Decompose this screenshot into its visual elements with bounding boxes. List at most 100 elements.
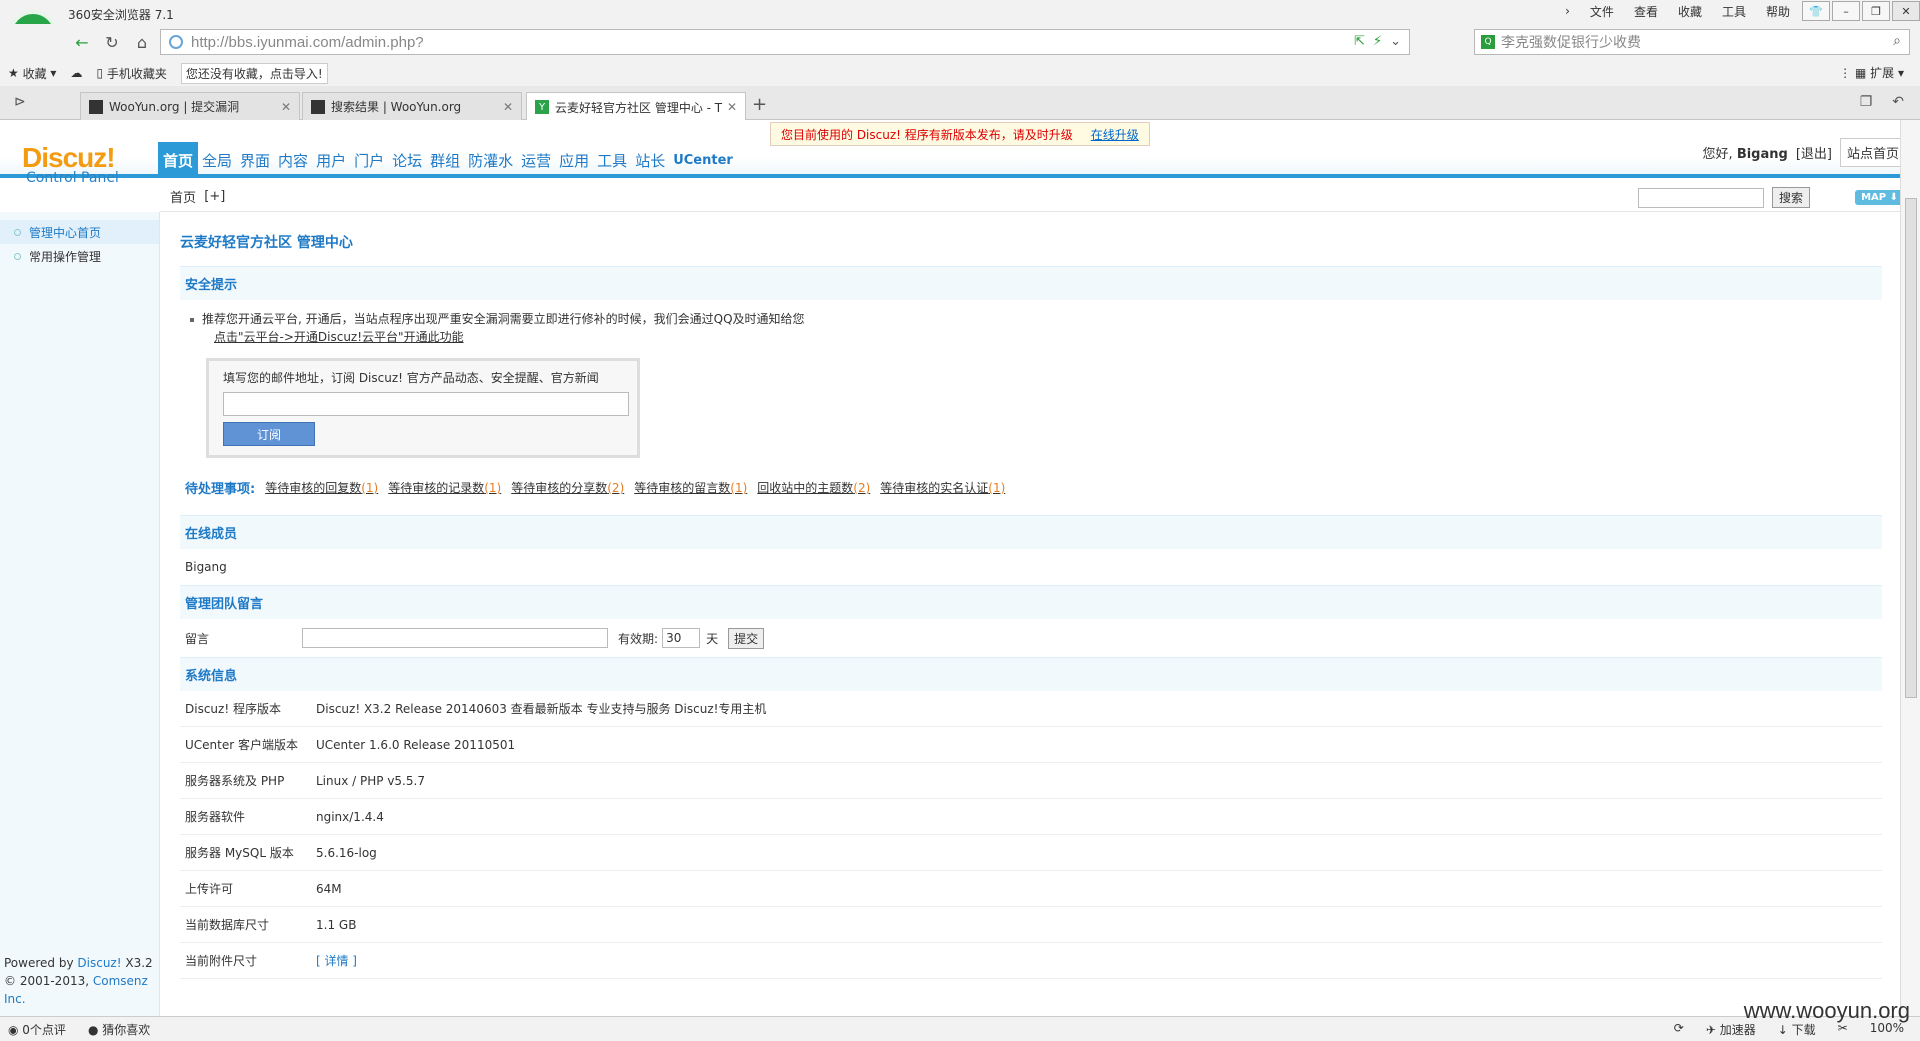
pending-replies-link[interactable]: 等待审核的回复数(1) (265, 479, 378, 496)
admin-search-button[interactable]: 搜索 (1771, 187, 1810, 208)
nav-founder[interactable]: 站长 (631, 142, 669, 178)
pending-comments-link[interactable]: 等待审核的留言数(1) (634, 479, 747, 496)
attachment-detail-link[interactable]: [ 详情 ] (316, 952, 357, 969)
subscribe-button[interactable]: 订阅 (223, 422, 315, 446)
discuz-logo[interactable]: Discuz! Control Panel (22, 142, 119, 186)
recycle-threads-link[interactable]: 回收站中的主题数(2) (757, 479, 870, 496)
nav-home[interactable]: 首页 (158, 142, 199, 178)
menu-view[interactable]: 查看 (1624, 3, 1668, 20)
admin-header: Discuz! Control Panel 首页 全局 界面 内容 用户 门户 … (0, 120, 1920, 186)
site-home-button[interactable]: 站点首页 (1839, 138, 1906, 167)
menu-chevron-icon[interactable]: › (1555, 4, 1580, 18)
sysinfo-row: UCenter 客户端版本 UCenter 1.6.0 Release 20110… (180, 727, 1882, 763)
tab-wooyun-submit[interactable]: WooYun.org | 提交漏洞 ✕ (80, 92, 300, 120)
sysinfo-label: 上传许可 (185, 882, 234, 896)
nav-extended[interactable]: 运营 (517, 142, 555, 178)
pending-shares-link[interactable]: 等待审核的分享数(2) (511, 479, 624, 496)
tab-close-icon[interactable]: ✕ (281, 100, 291, 114)
import-hint[interactable]: 您还没有收藏，点击导入! (180, 62, 328, 84)
sync-icon[interactable]: ⟳ (1674, 1021, 1684, 1038)
minimize-button[interactable]: – (1832, 1, 1860, 21)
nav-group[interactable]: 群组 (426, 142, 464, 178)
nav-forum[interactable]: 论坛 (388, 142, 426, 178)
tab-list-icon[interactable]: ❐ (1860, 94, 1873, 110)
breadcrumb-home[interactable]: 首页 (170, 187, 196, 206)
admin-search-input[interactable] (1637, 187, 1764, 208)
scrollbar-thumb[interactable] (1905, 198, 1917, 698)
undo-close-icon[interactable]: ↶ (1892, 94, 1904, 110)
app-title: 360安全浏览器 7.1 (68, 8, 174, 22)
address-bar[interactable]: http://bbs.iyunmai.com/admin.php? ⇱ ⚡ ⌄ (160, 29, 1410, 55)
powered-brand-link[interactable]: Discuz! (77, 956, 121, 970)
pending-count: (1) (988, 481, 1006, 495)
tab-close-icon[interactable]: ✕ (727, 100, 737, 114)
favorites-collect[interactable]: ★ 收藏 ▾ (8, 65, 56, 82)
sysinfo-value: nginx/1.4.4 (316, 809, 384, 824)
nav-portal[interactable]: 门户 (350, 142, 388, 178)
menu-file[interactable]: 文件 (1580, 3, 1624, 20)
close-button[interactable]: ✕ (1892, 1, 1920, 21)
message-input[interactable] (302, 628, 609, 648)
nav-plugin[interactable]: 应用 (555, 142, 593, 178)
sidebar-item-label: 管理中心首页 (29, 225, 102, 240)
speed-mode-icon[interactable]: ⚡ (1373, 34, 1382, 49)
nav-user[interactable]: 用户 (312, 142, 350, 178)
search-input[interactable]: 李克强数促银行少收费 (1501, 32, 1641, 52)
share-icon[interactable]: ⇱ (1354, 34, 1365, 49)
expiry-input[interactable]: 30 (662, 628, 701, 648)
breadcrumb-add[interactable]: [+] (204, 189, 225, 204)
online-member[interactable]: Bigang (185, 560, 227, 574)
pending-verify-link[interactable]: 等待审核的实名认证(1) (880, 479, 1005, 496)
pending-records-link[interactable]: 等待审核的记录数(1) (388, 479, 501, 496)
sysinfo-label: 当前数据库尺寸 (185, 918, 270, 932)
upgrade-link[interactable]: 在线升级 (1091, 126, 1139, 143)
sidebar-item-label: 常用操作管理 (29, 249, 102, 264)
tab-close-icon[interactable]: ✕ (503, 100, 513, 114)
dropdown-icon[interactable]: ⌄ (1390, 34, 1401, 49)
new-tab-icon[interactable]: + (752, 94, 767, 115)
maximize-button[interactable]: ❐ (1862, 1, 1890, 21)
sidebar-item-admin-home[interactable]: 管理中心首页 (0, 220, 159, 244)
page-scrollbar[interactable] (1900, 120, 1920, 1016)
nav-style[interactable]: 界面 (236, 142, 274, 178)
tab-bar: ⊳ WooYun.org | 提交漏洞 ✕ 搜索结果 | WooYun.org … (0, 86, 1920, 121)
menu-tools[interactable]: 工具 (1712, 3, 1756, 20)
extensions-button[interactable]: ⋮ ▦ 扩展 ▾ (1839, 64, 1904, 81)
message-label: 留言 (185, 631, 210, 646)
skin-icon[interactable]: 👕 (1802, 1, 1830, 21)
guess-status[interactable]: ● 猜你喜欢 (88, 1021, 150, 1038)
search-bar[interactable]: Q 李克强数促银行少收费 ⌕ (1474, 29, 1910, 55)
search-icon[interactable]: ⌕ (1893, 33, 1901, 49)
sidebar-toggle-icon[interactable]: ⊳ (14, 94, 26, 110)
search-engine-icon[interactable]: Q (1481, 35, 1495, 49)
message-submit-button[interactable]: 提交 (728, 627, 765, 649)
sidebar-item-common-ops[interactable]: 常用操作管理 (0, 244, 159, 268)
map-button[interactable]: MAP ⬇ (1855, 190, 1904, 205)
menu-help[interactable]: 帮助 (1756, 3, 1800, 20)
sysinfo-label: 当前附件尺寸 (185, 954, 258, 968)
nav-content[interactable]: 内容 (274, 142, 312, 178)
back-icon[interactable]: ← (70, 30, 94, 54)
logout-link[interactable]: [退出] (1796, 143, 1832, 162)
mobile-favorites[interactable]: ▯ 手机收藏夹 (96, 65, 166, 82)
tab-wooyun-search[interactable]: 搜索结果 | WooYun.org ✕ (302, 92, 522, 120)
pending-text: 等待审核的回复数 (265, 481, 362, 495)
cloud-icon[interactable]: ☁ (70, 66, 82, 80)
sysinfo-label: 服务器 MySQL 版本 (185, 846, 294, 860)
pending-label: 待处理事项: (185, 482, 256, 497)
expiry-label: 有效期: (618, 631, 659, 646)
refresh-icon[interactable]: ↻ (100, 30, 124, 54)
nav-ucenter[interactable]: UCenter (669, 142, 737, 178)
menu-favorites[interactable]: 收藏 (1668, 3, 1712, 20)
comments-status[interactable]: ◉ 0个点评 (8, 1021, 66, 1038)
home-icon[interactable]: ⌂ (130, 30, 154, 54)
nav-tools[interactable]: 工具 (593, 142, 631, 178)
cloud-platform-link[interactable]: 点击"云平台->开通Discuz!云平台"开通此功能 (214, 330, 464, 344)
tab-admin-center[interactable]: Y 云麦好轻官方社区 管理中心 - T ✕ (526, 92, 746, 121)
address-actions: ⇱ ⚡ ⌄ (1354, 34, 1401, 49)
url-text[interactable]: http://bbs.iyunmai.com/admin.php? (191, 34, 424, 51)
address-row: ← ↻ ⌂ http://bbs.iyunmai.com/admin.php? … (0, 24, 1920, 60)
nav-global[interactable]: 全局 (198, 142, 236, 178)
nav-safe[interactable]: 防灌水 (464, 142, 517, 178)
subscribe-email-input[interactable] (223, 392, 629, 416)
